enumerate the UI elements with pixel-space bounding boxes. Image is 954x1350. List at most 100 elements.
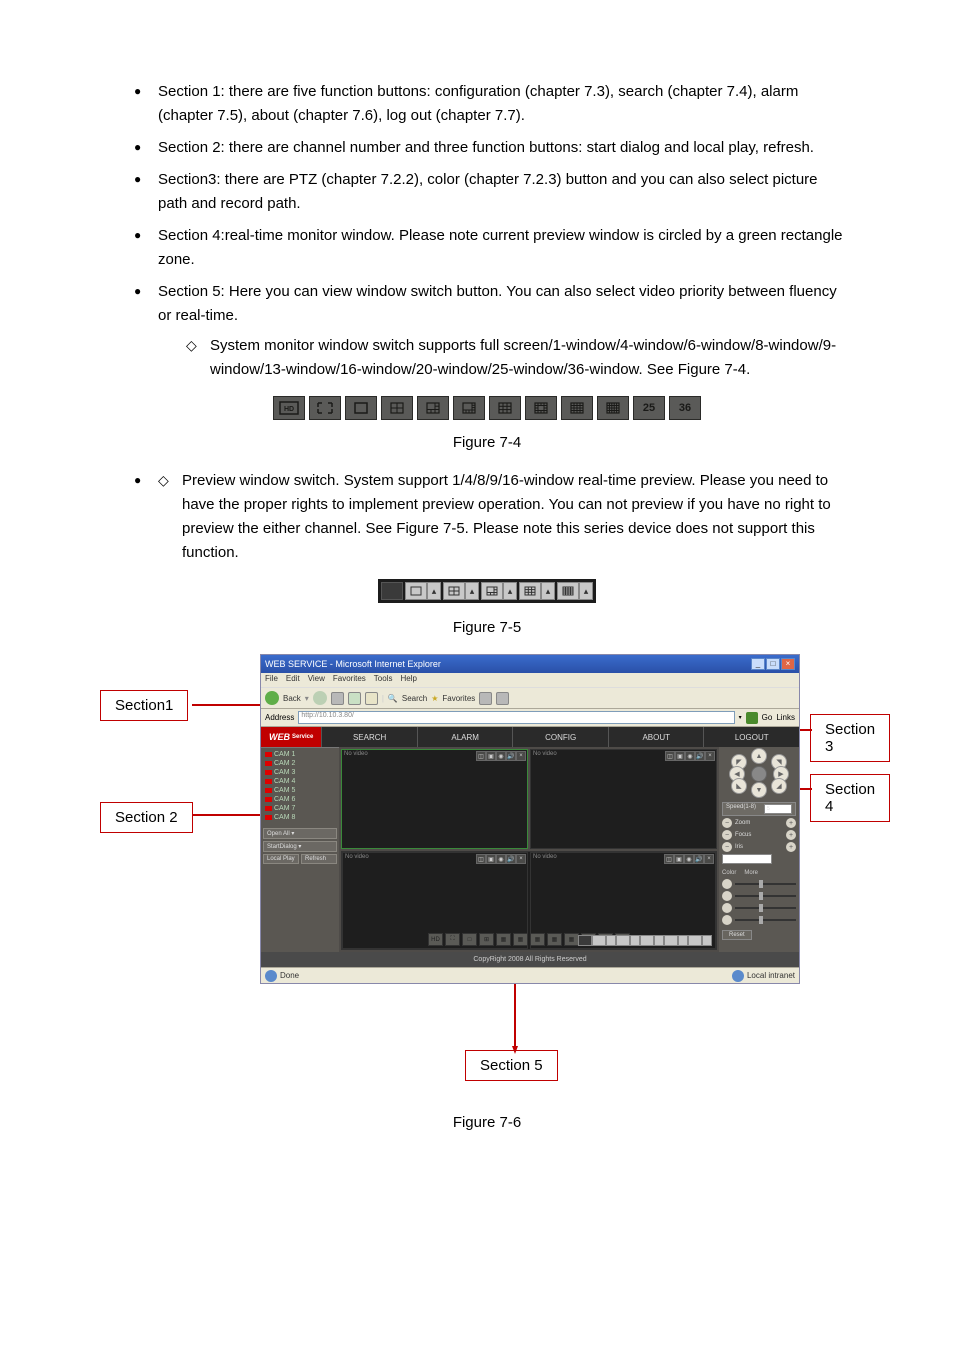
video-panel-2[interactable]: No video ◫ ▣ ◉ 🔊 × [530, 749, 717, 849]
bt-9[interactable]: ▦ [530, 933, 545, 946]
minimize-button[interactable]: _ [751, 658, 765, 670]
vp-icon[interactable]: 🔊 [506, 751, 516, 761]
video-panel-1[interactable]: No video ◫ ▣ ◉ 🔊 × [341, 749, 528, 849]
ws-hd-button[interactable]: HD [273, 396, 305, 420]
ws-1win-button[interactable] [345, 396, 377, 420]
cam-item-7[interactable]: CAM 7 [263, 804, 337, 813]
focus-minus-button[interactable]: − [722, 830, 732, 840]
tab-config[interactable]: CONFIG [512, 727, 608, 747]
vp-icon[interactable]: ▣ [486, 751, 496, 761]
bt2-16[interactable] [688, 935, 702, 946]
vp-icon[interactable]: ◉ [685, 751, 695, 761]
bt-8[interactable]: ▦ [513, 933, 528, 946]
ws-36win-button[interactable]: 36 [669, 396, 701, 420]
ws-fullscreen-button[interactable] [309, 396, 341, 420]
focus-plus-button[interactable]: + [786, 830, 796, 840]
cam-item-2[interactable]: CAM 2 [263, 759, 337, 768]
cam-item-5[interactable]: CAM 5 [263, 786, 337, 795]
cam-item-4[interactable]: CAM 4 [263, 777, 337, 786]
tab-logout[interactable]: LOGOUT [703, 727, 799, 747]
mail-icon[interactable] [496, 692, 509, 705]
ptz-preset-select[interactable] [722, 854, 772, 864]
pv-8win-button[interactable] [481, 582, 503, 600]
open-all-button[interactable]: Open All ▾ [263, 828, 337, 839]
cam-item-1[interactable]: CAM 1 [263, 750, 337, 759]
vp-icon[interactable]: ◫ [476, 751, 486, 761]
menu-edit[interactable]: Edit [286, 674, 300, 686]
address-input[interactable]: http://10.10.3.80/ [298, 711, 734, 724]
pv-4win-button[interactable] [443, 582, 465, 600]
refresh-icon[interactable] [348, 692, 361, 705]
bt2-8a[interactable] [654, 935, 664, 946]
ws-25win-button[interactable]: 25 [633, 396, 665, 420]
tab-alarm[interactable]: ALARM [417, 727, 513, 747]
home-icon[interactable] [365, 692, 378, 705]
ws-20win-button[interactable] [597, 396, 629, 420]
menu-tools[interactable]: Tools [374, 674, 393, 686]
ws-13win-button[interactable] [525, 396, 557, 420]
back-icon[interactable] [265, 691, 279, 705]
maximize-button[interactable]: □ [766, 658, 780, 670]
back-label[interactable]: Back [283, 694, 301, 703]
go-label[interactable]: Go [762, 713, 773, 722]
menu-file[interactable]: File [265, 674, 278, 686]
vp-icon[interactable]: ◫ [476, 854, 486, 864]
vp-icon[interactable]: ◉ [496, 854, 506, 864]
bt-full[interactable]: ⛶ [445, 933, 460, 946]
bt2-1[interactable] [592, 935, 606, 946]
local-play-button[interactable]: Local Play [263, 854, 299, 864]
bt2-4[interactable] [616, 935, 630, 946]
bt2-off[interactable] [578, 935, 592, 946]
vp-icon[interactable]: ◫ [665, 751, 675, 761]
pv-16arrow[interactable]: ▴ [579, 582, 593, 600]
close-button[interactable]: × [781, 658, 795, 670]
cam-item-3[interactable]: CAM 3 [263, 768, 337, 777]
bt2-9a[interactable] [678, 935, 688, 946]
vp-icon[interactable]: ▣ [674, 854, 684, 864]
vp-icon[interactable]: ◉ [684, 854, 694, 864]
ptz-center-button[interactable] [751, 766, 767, 782]
menu-help[interactable]: Help [400, 674, 416, 686]
history-icon[interactable] [479, 692, 492, 705]
hue-slider[interactable] [735, 919, 796, 921]
iris-plus-button[interactable]: + [786, 842, 796, 852]
start-dialog-button[interactable]: StartDialog ▾ [263, 841, 337, 852]
ws-6win-button[interactable] [417, 396, 449, 420]
ptz-dnleft-button[interactable]: ◣ [731, 778, 747, 794]
pv-4arrow[interactable]: ▴ [465, 582, 479, 600]
zoom-minus-button[interactable]: − [722, 818, 732, 828]
pv-16win-button[interactable] [557, 582, 579, 600]
ptz-up-button[interactable]: ▲ [751, 748, 767, 764]
vp-icon[interactable]: × [705, 751, 715, 761]
bt-hd[interactable]: HD [428, 933, 443, 946]
pv-8arrow[interactable]: ▴ [503, 582, 517, 600]
bt2-8[interactable] [640, 935, 654, 946]
ws-4win-button[interactable] [381, 396, 413, 420]
more-tab[interactable]: More [744, 870, 758, 876]
tab-about[interactable]: ABOUT [608, 727, 704, 747]
bright-slider[interactable] [735, 883, 796, 885]
ws-16win-button[interactable] [561, 396, 593, 420]
reset-button[interactable]: Reset [722, 930, 752, 940]
bt-16[interactable]: ▦ [564, 933, 579, 946]
pv-1arrow[interactable]: ▴ [427, 582, 441, 600]
zoom-plus-button[interactable]: + [786, 818, 796, 828]
iris-minus-button[interactable]: − [722, 842, 732, 852]
bt2-16a[interactable] [702, 935, 712, 946]
contrast-slider[interactable] [735, 895, 796, 897]
cam-item-6[interactable]: CAM 6 [263, 795, 337, 804]
vp-icon[interactable]: ◫ [664, 854, 674, 864]
vp-icon[interactable]: ◉ [496, 751, 506, 761]
vp-icon[interactable]: × [516, 751, 526, 761]
bt2-4a[interactable] [630, 935, 640, 946]
pv-9arrow[interactable]: ▴ [541, 582, 555, 600]
bt-1[interactable]: □ [462, 933, 477, 946]
vp-icon[interactable]: 🔊 [695, 751, 705, 761]
vp-icon[interactable]: ▣ [675, 751, 685, 761]
bt-4[interactable]: ⊞ [479, 933, 494, 946]
vp-icon[interactable]: 🔊 [506, 854, 516, 864]
tab-search[interactable]: SEARCH [321, 727, 417, 747]
bt-13[interactable]: ▦ [547, 933, 562, 946]
bt-6[interactable]: ▦ [496, 933, 511, 946]
forward-icon[interactable] [313, 691, 327, 705]
